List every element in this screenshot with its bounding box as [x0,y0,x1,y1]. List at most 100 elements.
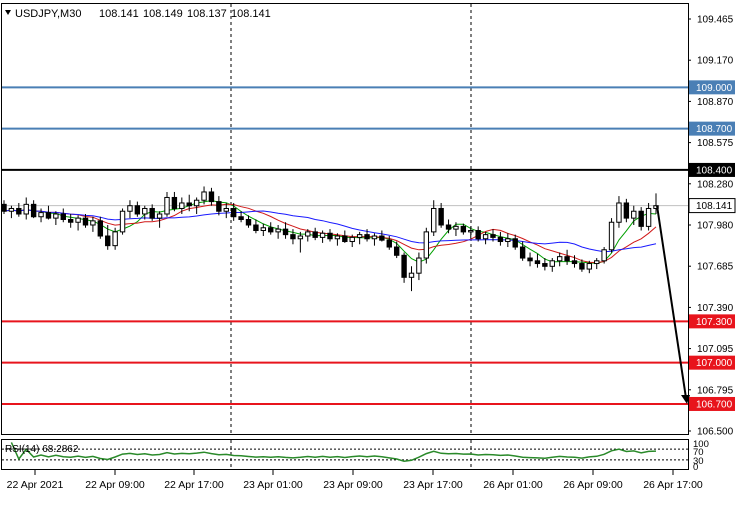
candle-body [497,236,504,243]
price-tag-label: 109.000 [696,83,733,94]
candle-body [8,207,15,212]
candle-body [275,228,281,233]
candle-body [468,230,474,233]
candle-body [482,234,489,240]
time-tick-label: 26 Apr 17:00 [643,479,703,491]
candle-body [586,263,593,270]
candle [601,247,607,264]
price-tag-label: 106.700 [696,399,733,410]
candle-body [356,234,363,238]
candle-body [253,224,259,232]
price-chart[interactable]: 109.465 109.170 108.870 108.575 108.280 107.9… [0,0,751,512]
candle-body [142,207,148,215]
candle-body [379,235,385,241]
candle-body [564,256,570,262]
candle [119,208,126,235]
candle-body [393,246,400,256]
ohlc-open: 108.141 [99,8,139,20]
candle-body [519,246,526,259]
candle-body [423,231,430,259]
price-tag-label: 108.400 [696,165,733,176]
main-chart-frame [1,3,689,435]
candle-body [134,205,141,215]
candle-body [245,218,252,226]
candle-body [38,212,44,218]
time-tick-label: 22 Apr 2021 [7,479,64,491]
chart-window[interactable]: 109.465 109.170 108.870 108.575 108.280 107.9… [0,0,751,512]
price-tick-label: 106.500 [697,427,734,438]
candle-body [97,220,104,237]
candle-body [475,230,481,240]
candle-body [60,213,66,220]
time-tick-label: 26 Apr 09:00 [563,479,623,491]
price-tick-label: 108.870 [697,97,734,108]
candle-body [67,218,74,223]
symbol-timeframe: USDJPY,M30 [15,8,81,20]
candle-body [112,231,118,247]
ohlc-high: 108.149 [143,8,183,20]
candle [608,218,615,253]
candle-body [438,207,444,226]
candle-body [179,202,185,209]
candle-body [297,235,304,240]
candle-body [208,191,215,203]
candle-body [608,221,615,251]
time-tick-label: 22 Apr 09:00 [85,479,145,491]
price-tag-label: 107.300 [696,317,733,328]
candle-body [334,235,341,240]
candle-body [282,228,289,236]
price-tick-label: 109.465 [697,15,734,26]
candle [423,227,430,264]
candle-body [453,225,459,230]
candle-body [75,217,81,223]
price-tick-label: 108.280 [697,179,734,190]
price-tag-label: 108.700 [696,124,733,135]
candle-body [16,207,22,215]
price-tick-label: 107.095 [697,344,734,355]
candle-body [45,212,52,219]
candle-body [193,199,200,207]
candle-body [149,207,155,219]
price-tick-label: 108.575 [697,138,734,149]
candle-body [319,232,326,238]
candle-body [371,235,378,240]
candle-body [416,257,422,274]
candle-body [82,217,89,226]
candle-body [460,225,467,233]
time-tick-label: 23 Apr 01:00 [243,479,303,491]
candle-body [53,213,59,219]
rsi-label: RSI(14) 68.2862 [5,444,79,455]
candle-body [408,272,415,278]
candle-body [349,236,355,243]
candle-body [401,254,407,278]
candle-body [290,234,296,240]
candle-body [623,202,630,219]
rsi-tick-label: 0 [693,462,698,473]
chart-header: USDJPY,M30 108.141 108.149 108.137 108.1… [5,8,271,20]
candle-body [364,234,370,240]
candle-body [505,238,511,243]
candle-body [1,203,7,212]
time-tick-label: 23 Apr 09:00 [323,479,383,491]
candle-body [386,239,392,248]
time-tick-label: 26 Apr 01:00 [483,479,543,491]
candle-body [312,231,318,238]
candle-body [327,232,333,240]
price-tick-label: 107.390 [697,303,734,314]
candle-body [342,235,348,243]
candle-body [223,207,229,212]
candle-body [490,234,496,238]
candle-body [30,203,37,218]
candle-body [616,202,622,223]
candle-body [512,238,518,248]
candle-body [571,260,578,265]
candle-body [230,207,237,218]
price-tag-label: 107.000 [696,358,733,369]
candle-body [638,210,644,227]
candle-body [186,202,192,207]
candle-body [105,235,111,247]
price-tick-label: 109.170 [697,56,734,67]
candle-body [579,263,585,270]
candle-body [431,207,437,233]
price-tick-label: 106.795 [697,385,734,396]
